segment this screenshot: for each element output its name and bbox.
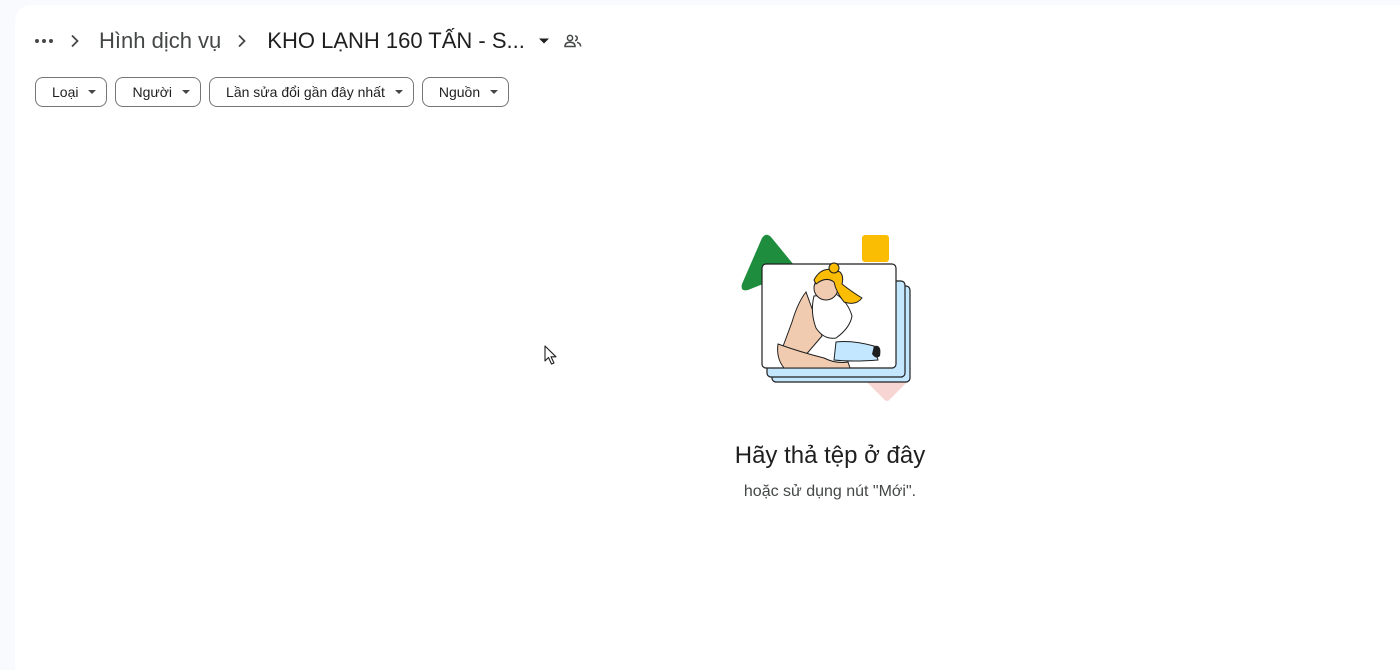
filter-bar: Loại Người Lần sửa đổi gần đây nhất Nguồ… xyxy=(35,77,510,107)
folder-menu-button[interactable] xyxy=(531,24,557,58)
caret-down-icon xyxy=(490,90,499,94)
filter-people-label: Người xyxy=(132,84,173,100)
empty-state-title: Hãy thả tệp ở đây xyxy=(734,442,926,469)
filter-type-chip[interactable]: Loại xyxy=(35,77,108,107)
caret-down-icon xyxy=(182,90,191,94)
breadcrumb-parent[interactable]: Hình dịch vụ xyxy=(86,24,231,58)
filter-modified-label: Lần sửa đổi gần đây nhất xyxy=(226,84,385,100)
chevron-right-icon xyxy=(64,24,86,58)
filter-modified-chip[interactable]: Lần sửa đổi gần đây nhất xyxy=(209,77,414,107)
empty-state-subtitle: hoặc sử dụng nút "Mới". xyxy=(743,483,917,500)
people-icon xyxy=(564,34,582,48)
more-horizontal-icon xyxy=(35,39,53,43)
filter-source-chip[interactable]: Nguồn xyxy=(421,77,510,107)
mouse-cursor-icon xyxy=(544,345,557,365)
caret-down-icon xyxy=(88,90,97,94)
caret-down-icon xyxy=(394,90,403,94)
chevron-right-icon xyxy=(231,24,253,58)
more-options-button[interactable] xyxy=(24,24,64,58)
breadcrumb-current-folder[interactable]: KHO LẠNH 160 TẤN - S... xyxy=(253,24,531,58)
filter-source-label: Nguồn xyxy=(438,84,481,100)
breadcrumb: Hình dịch vụ KHO LẠNH 160 TẤN - S... xyxy=(24,24,587,58)
empty-folder-illustration xyxy=(741,234,911,401)
filter-type-label: Loại xyxy=(52,84,79,100)
caret-down-icon xyxy=(538,38,549,44)
filter-people-chip[interactable]: Người xyxy=(115,77,202,107)
shared-people-button[interactable] xyxy=(559,24,587,58)
